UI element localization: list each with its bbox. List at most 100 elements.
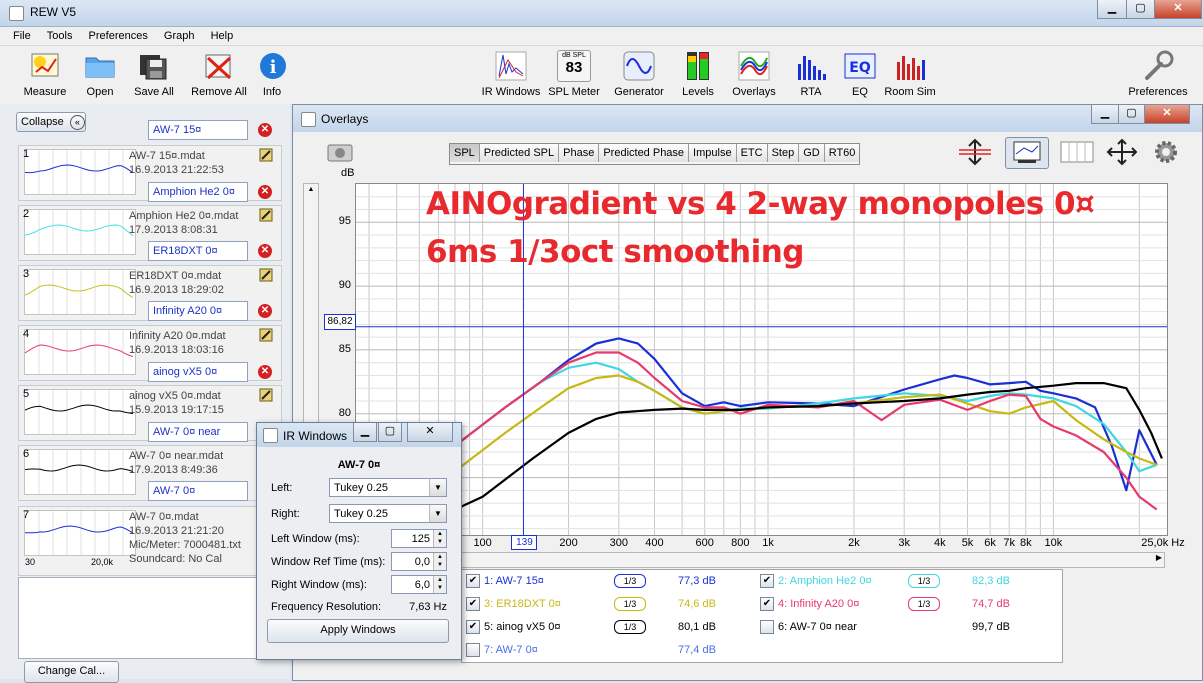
measurement-name-input[interactable]: AW-7 15¤: [148, 120, 248, 140]
right-window-ms-value: 6,0: [414, 579, 430, 591]
remove-measurement-icon[interactable]: ✕: [258, 304, 272, 318]
info-icon: i: [256, 50, 290, 82]
measure-button[interactable]: Measure: [20, 50, 70, 98]
legend-value: 74,7 dB: [972, 598, 1010, 610]
remove-measurement-icon[interactable]: ✕: [258, 365, 272, 379]
measure-icon: [28, 50, 62, 82]
legend-checkbox[interactable]: ✔: [466, 574, 480, 588]
remove-measurement-icon[interactable]: ✕: [258, 244, 272, 258]
ir-windows-button[interactable]: IR Windows: [480, 50, 542, 98]
ir-close-button[interactable]: ✕: [407, 423, 453, 442]
pan-button[interactable]: [1103, 137, 1143, 169]
tab-predicted-phase[interactable]: Predicted Phase: [599, 144, 690, 162]
measurement-number: 7: [23, 509, 30, 521]
levels-button[interactable]: Levels: [676, 50, 720, 98]
collapse-button[interactable]: Collapse «: [16, 112, 86, 132]
menu-tools[interactable]: Tools: [37, 27, 76, 42]
menu-help[interactable]: Help: [201, 27, 237, 42]
settings-button[interactable]: [1151, 137, 1183, 169]
measurement-thumbnail: [24, 329, 136, 375]
left-window-type-select[interactable]: Tukey 0.25 ▼: [329, 478, 447, 497]
tab-phase[interactable]: Phase: [559, 144, 600, 162]
collapse-label: Collapse: [21, 116, 64, 128]
edit-icon[interactable]: [259, 328, 273, 342]
measurement-name-input[interactable]: ainog vX5 0¤: [148, 362, 248, 382]
minimize-button[interactable]: ▁: [1097, 0, 1127, 19]
save-all-button[interactable]: Save All: [130, 50, 178, 98]
spinner-arrows-icon[interactable]: ▲ ▼: [433, 576, 446, 593]
limits-button[interactable]: [955, 137, 997, 169]
ir-maximize-button[interactable]: ▢: [378, 423, 402, 442]
eq-button[interactable]: EQ EQ: [843, 50, 877, 98]
measurement-mic: Mic/Meter: 7000481.txt: [129, 539, 241, 551]
edit-icon[interactable]: [259, 208, 273, 222]
measurement-name-input[interactable]: AW-7 0¤: [148, 481, 248, 501]
right-window-type-select[interactable]: Tukey 0.25 ▼: [329, 504, 447, 523]
edit-icon[interactable]: [259, 388, 273, 402]
tab-rt60[interactable]: RT60: [824, 144, 860, 162]
measurement-thumbnail: [24, 269, 136, 315]
levels-label: Levels: [682, 86, 714, 98]
spinner-arrows-icon[interactable]: ▲ ▼: [433, 553, 446, 570]
tab-step[interactable]: Step: [767, 144, 800, 162]
legend-checkbox[interactable]: ✔: [466, 597, 480, 611]
spl-graph[interactable]: AINOgradient vs 4 2-way monopoles 0¤ 6ms…: [355, 183, 1168, 537]
camera-button[interactable]: [325, 137, 357, 169]
rta-button[interactable]: RTA: [794, 50, 828, 98]
notes-area[interactable]: [18, 577, 284, 659]
ir-minimize-button[interactable]: ▁: [353, 423, 377, 442]
edit-icon[interactable]: [259, 148, 273, 162]
y-tick-label: 90: [338, 279, 351, 292]
measurement-name-input[interactable]: Infinity A20 0¤: [148, 301, 248, 321]
spl-meter-button[interactable]: dB SPL 83 SPL Meter: [546, 50, 602, 98]
legend-checkbox[interactable]: ✔: [466, 620, 480, 634]
measurement-card[interactable]: 7 AW-7 0¤.mdat 16.9.2013 21:21:20 Mic/Meter…: [18, 506, 282, 576]
smoothing-badge: 1/3: [908, 597, 940, 611]
left-window-type-value: Tukey 0.25: [334, 482, 389, 494]
apply-windows-button[interactable]: Apply Windows: [267, 619, 449, 643]
preferences-button[interactable]: Preferences: [1124, 50, 1192, 98]
overlays-maximize-button[interactable]: ▢: [1118, 105, 1145, 124]
tab-spl[interactable]: SPL: [450, 144, 480, 162]
horizontal-scrollbar[interactable]: ▶: [457, 552, 1165, 568]
remove-measurement-icon[interactable]: ✕: [258, 123, 272, 137]
edit-icon[interactable]: [259, 268, 273, 282]
tab-impulse[interactable]: Impulse: [689, 144, 737, 162]
legend-checkbox[interactable]: ✔: [760, 597, 774, 611]
info-button[interactable]: i Info: [256, 50, 288, 98]
remove-measurement-icon[interactable]: ✕: [258, 185, 272, 199]
remove-all-button[interactable]: Remove All: [188, 50, 250, 98]
measurement-name-input[interactable]: Amphion He2 0¤: [148, 182, 248, 202]
overlays-minimize-button[interactable]: ▁: [1091, 105, 1119, 124]
legend-checkbox[interactable]: [466, 643, 480, 657]
close-button[interactable]: ✕: [1154, 0, 1202, 19]
room-sim-label: Room Sim: [884, 86, 936, 98]
measurement-name-input[interactable]: ER18DXT 0¤: [148, 241, 248, 261]
right-window-ms-input[interactable]: 6,0 ▲ ▼: [391, 575, 447, 594]
graph-settings-button[interactable]: [1005, 137, 1049, 169]
thumbnail-axis-label: 30: [25, 557, 36, 567]
generator-button[interactable]: Generator: [612, 50, 666, 98]
x-tick-label: 100: [473, 537, 492, 549]
tab-gd[interactable]: GD: [799, 144, 825, 162]
open-button[interactable]: Open: [78, 50, 122, 98]
left-window-ms-input[interactable]: 125 ▲ ▼: [391, 529, 447, 548]
tab-etc[interactable]: ETC: [736, 144, 768, 162]
grid-button[interactable]: [1057, 137, 1099, 169]
tab-predicted-spl[interactable]: Predicted SPL: [479, 144, 560, 162]
spinner-arrows-icon[interactable]: ▲ ▼: [433, 530, 446, 547]
maximize-button[interactable]: ▢: [1126, 0, 1155, 19]
eq-icon: EQ: [843, 50, 877, 82]
menu-preferences[interactable]: Preferences: [79, 27, 151, 42]
spl-meter-unit: dB SPL: [562, 52, 586, 59]
change-cal-button[interactable]: Change Cal...: [24, 661, 119, 683]
legend-checkbox[interactable]: ✔: [760, 574, 774, 588]
room-sim-button[interactable]: Room Sim: [884, 50, 936, 98]
overlays-close-button[interactable]: ✕: [1144, 105, 1190, 124]
menu-file[interactable]: File: [0, 27, 34, 42]
menu-graph[interactable]: Graph: [154, 27, 198, 42]
ref-time-input[interactable]: 0,0 ▲ ▼: [391, 552, 447, 571]
legend-checkbox[interactable]: [760, 620, 774, 634]
overlays-button[interactable]: Overlays: [728, 50, 780, 98]
measurement-name-input[interactable]: AW-7 0¤ near: [148, 422, 248, 442]
